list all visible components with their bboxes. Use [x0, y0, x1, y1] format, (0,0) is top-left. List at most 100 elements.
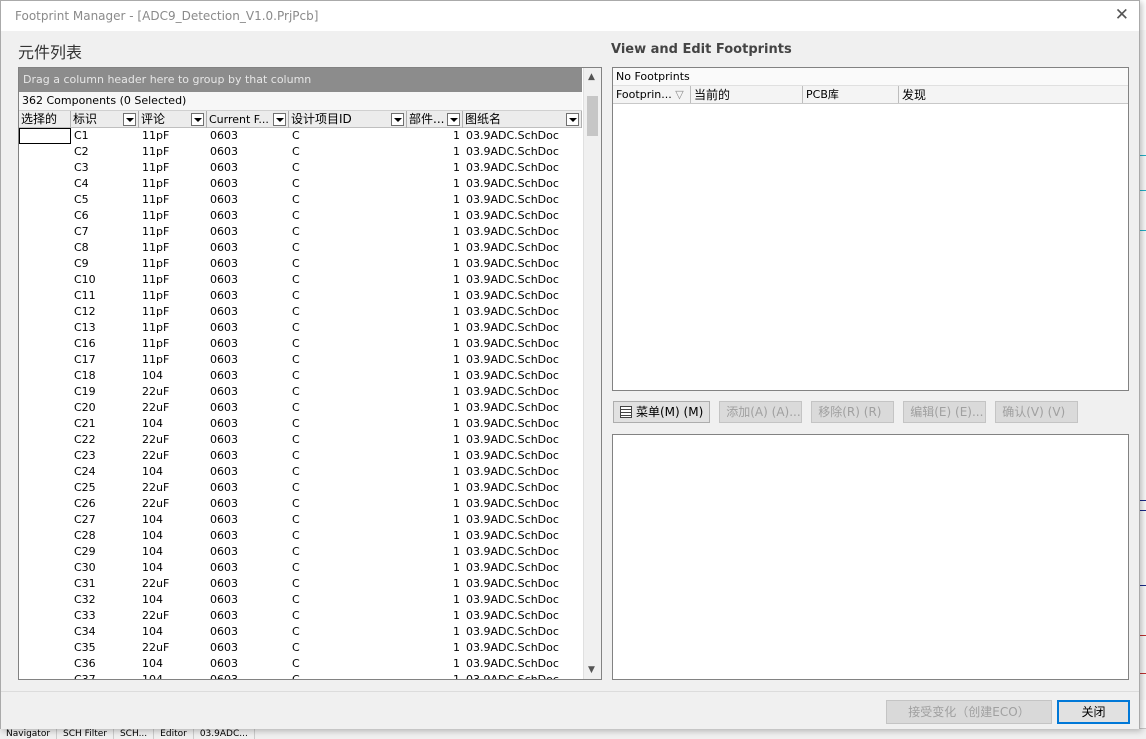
table-row[interactable]: C9 11pF 0603 C 1 03.9ADC.SchDoc: [19, 256, 582, 272]
cell-current-footprint[interactable]: 0603: [207, 256, 289, 272]
cell-comment[interactable]: 22uF: [139, 640, 207, 656]
cell-part[interactable]: 1: [407, 288, 463, 304]
filter-dropdown-icon[interactable]: [123, 113, 136, 126]
cell-sheet-name[interactable]: 03.9ADC.SchDoc: [463, 208, 582, 224]
cell-part[interactable]: 1: [407, 320, 463, 336]
cell-sheet-name[interactable]: 03.9ADC.SchDoc: [463, 512, 582, 528]
cell-part[interactable]: 1: [407, 336, 463, 352]
cell-sheet-name[interactable]: 03.9ADC.SchDoc: [463, 272, 582, 288]
cell-selected[interactable]: [19, 288, 71, 304]
cell-design-item-id[interactable]: C: [289, 272, 407, 288]
table-row[interactable]: C12 11pF 0603 C 1 03.9ADC.SchDoc: [19, 304, 582, 320]
cell-selected[interactable]: [19, 384, 71, 400]
cell-comment[interactable]: 22uF: [139, 496, 207, 512]
cell-comment[interactable]: 22uF: [139, 432, 207, 448]
cell-selected[interactable]: [19, 320, 71, 336]
table-row[interactable]: C8 11pF 0603 C 1 03.9ADC.SchDoc: [19, 240, 582, 256]
cell-designator[interactable]: C5: [71, 192, 139, 208]
remove-button[interactable]: 移除(R) (R): [811, 401, 895, 423]
cell-comment[interactable]: 104: [139, 464, 207, 480]
cell-sheet-name[interactable]: 03.9ADC.SchDoc: [463, 368, 582, 384]
cell-design-item-id[interactable]: C: [289, 608, 407, 624]
cell-designator[interactable]: C32: [71, 592, 139, 608]
cell-selected[interactable]: [19, 304, 71, 320]
cell-comment[interactable]: 22uF: [139, 384, 207, 400]
cell-sheet-name[interactable]: 03.9ADC.SchDoc: [463, 352, 582, 368]
scroll-thumb[interactable]: [587, 96, 598, 136]
cell-design-item-id[interactable]: C: [289, 528, 407, 544]
cell-design-item-id[interactable]: C: [289, 352, 407, 368]
cell-part[interactable]: 1: [407, 144, 463, 160]
cell-comment[interactable]: 11pF: [139, 320, 207, 336]
cell-part[interactable]: 1: [407, 624, 463, 640]
cell-designator[interactable]: C17: [71, 352, 139, 368]
cell-design-item-id[interactable]: C: [289, 640, 407, 656]
table-row[interactable]: C29 104 0603 C 1 03.9ADC.SchDoc: [19, 544, 582, 560]
cell-sheet-name[interactable]: 03.9ADC.SchDoc: [463, 304, 582, 320]
cell-designator[interactable]: C35: [71, 640, 139, 656]
cell-design-item-id[interactable]: C: [289, 432, 407, 448]
cell-designator[interactable]: C2: [71, 144, 139, 160]
cell-current-footprint[interactable]: 0603: [207, 272, 289, 288]
cell-designator[interactable]: C34: [71, 624, 139, 640]
cell-selected[interactable]: [19, 256, 71, 272]
cell-comment[interactable]: 11pF: [139, 352, 207, 368]
cell-part[interactable]: 1: [407, 128, 463, 144]
cell-comment[interactable]: 11pF: [139, 336, 207, 352]
cell-comment[interactable]: 22uF: [139, 608, 207, 624]
cell-selected[interactable]: [19, 512, 71, 528]
filter-dropdown-icon[interactable]: [273, 113, 286, 126]
table-row[interactable]: C30 104 0603 C 1 03.9ADC.SchDoc: [19, 560, 582, 576]
cell-comment[interactable]: 11pF: [139, 192, 207, 208]
cell-sheet-name[interactable]: 03.9ADC.SchDoc: [463, 560, 582, 576]
table-row[interactable]: C10 11pF 0603 C 1 03.9ADC.SchDoc: [19, 272, 582, 288]
cell-design-item-id[interactable]: C: [289, 544, 407, 560]
cell-comment[interactable]: 11pF: [139, 240, 207, 256]
table-row[interactable]: C33 22uF 0603 C 1 03.9ADC.SchDoc: [19, 608, 582, 624]
cell-sheet-name[interactable]: 03.9ADC.SchDoc: [463, 640, 582, 656]
cell-part[interactable]: 1: [407, 544, 463, 560]
cell-selected[interactable]: [19, 192, 71, 208]
cell-current-footprint[interactable]: 0603: [207, 672, 289, 679]
cell-selected[interactable]: [19, 544, 71, 560]
cell-part[interactable]: 1: [407, 256, 463, 272]
cell-current-footprint[interactable]: 0603: [207, 352, 289, 368]
cell-comment[interactable]: 11pF: [139, 224, 207, 240]
cell-design-item-id[interactable]: C: [289, 224, 407, 240]
table-row[interactable]: C5 11pF 0603 C 1 03.9ADC.SchDoc: [19, 192, 582, 208]
cell-current-footprint[interactable]: 0603: [207, 288, 289, 304]
cell-designator[interactable]: C9: [71, 256, 139, 272]
cell-part[interactable]: 1: [407, 592, 463, 608]
cell-selected[interactable]: [19, 496, 71, 512]
cell-selected[interactable]: [19, 656, 71, 672]
table-row[interactable]: C11 11pF 0603 C 1 03.9ADC.SchDoc: [19, 288, 582, 304]
table-row[interactable]: C13 11pF 0603 C 1 03.9ADC.SchDoc: [19, 320, 582, 336]
table-row[interactable]: C3 11pF 0603 C 1 03.9ADC.SchDoc: [19, 160, 582, 176]
filter-dropdown-icon[interactable]: [566, 113, 579, 126]
cell-comment[interactable]: 22uF: [139, 480, 207, 496]
cell-part[interactable]: 1: [407, 576, 463, 592]
column-header-part[interactable]: 部件...: [407, 111, 463, 128]
cell-design-item-id[interactable]: C: [289, 576, 407, 592]
column-header-current-footprint[interactable]: Current F...: [207, 111, 289, 128]
cell-designator[interactable]: C6: [71, 208, 139, 224]
cell-part[interactable]: 1: [407, 608, 463, 624]
cell-design-item-id[interactable]: C: [289, 304, 407, 320]
cell-comment[interactable]: 11pF: [139, 288, 207, 304]
cell-part[interactable]: 1: [407, 368, 463, 384]
cell-sheet-name[interactable]: 03.9ADC.SchDoc: [463, 576, 582, 592]
cell-selected[interactable]: [19, 240, 71, 256]
cell-designator[interactable]: C26: [71, 496, 139, 512]
cell-designator[interactable]: C25: [71, 480, 139, 496]
cell-sheet-name[interactable]: 03.9ADC.SchDoc: [463, 320, 582, 336]
cell-design-item-id[interactable]: C: [289, 256, 407, 272]
cell-designator[interactable]: C16: [71, 336, 139, 352]
cell-sheet-name[interactable]: 03.9ADC.SchDoc: [463, 464, 582, 480]
cell-comment[interactable]: 104: [139, 528, 207, 544]
table-row[interactable]: C22 22uF 0603 C 1 03.9ADC.SchDoc: [19, 432, 582, 448]
cell-current-footprint[interactable]: 0603: [207, 608, 289, 624]
cell-current-footprint[interactable]: 0603: [207, 576, 289, 592]
cell-comment[interactable]: 104: [139, 368, 207, 384]
cell-selected[interactable]: [19, 672, 71, 679]
cell-part[interactable]: 1: [407, 560, 463, 576]
